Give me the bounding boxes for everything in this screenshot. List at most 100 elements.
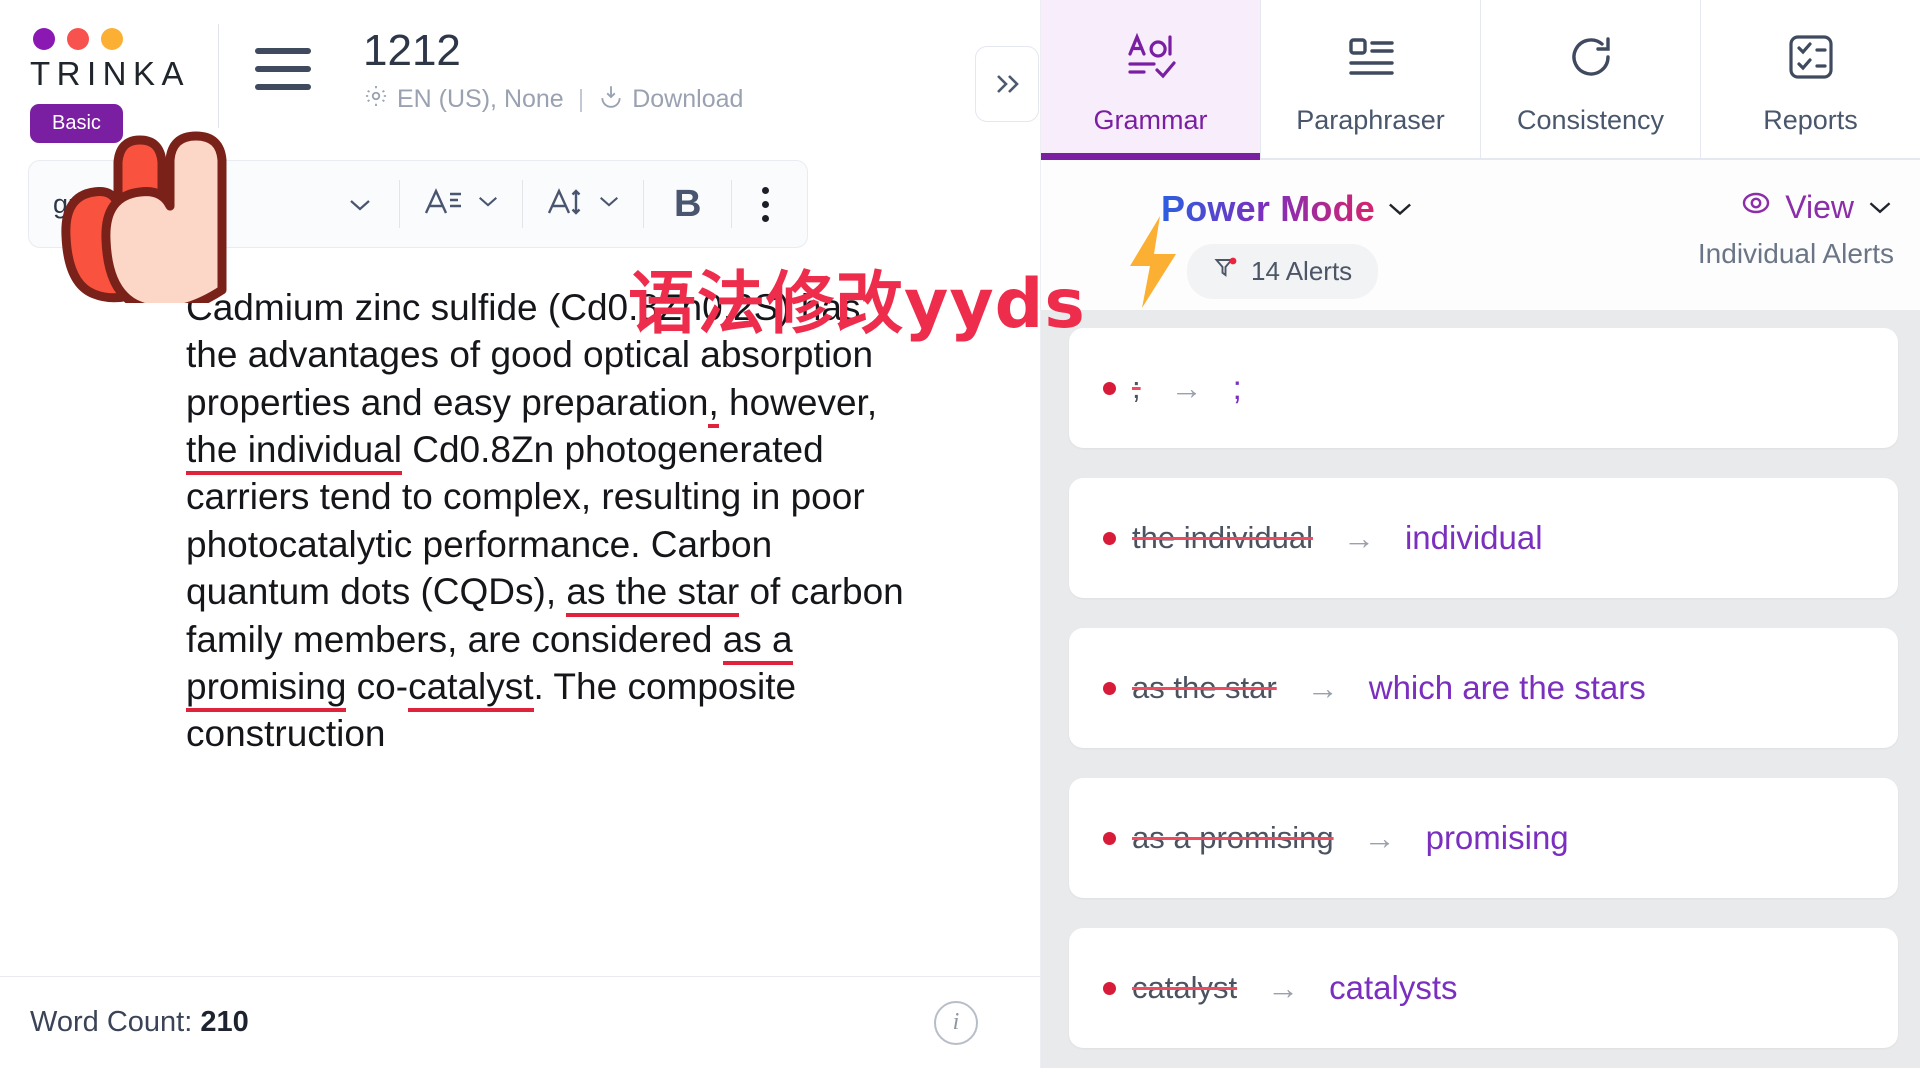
tab-label: Paraphraser [1296, 105, 1445, 135]
kebab-dot [762, 200, 770, 208]
tab-paraphraser[interactable]: Paraphraser [1261, 0, 1481, 158]
hamburger-line [255, 66, 311, 72]
document-footer: Word Count: 210 i [0, 976, 1040, 1068]
suggestion-original-text: as a promising [1132, 820, 1334, 855]
document-text-span: however, [718, 381, 878, 423]
chevron-down-icon [347, 191, 373, 217]
tab-label: Reports [1763, 105, 1858, 135]
double-chevron-right-icon[interactable] [975, 46, 1039, 122]
font-size-button[interactable] [523, 160, 643, 248]
suggestion-bullet-icon [1103, 831, 1116, 845]
word-count-value: 210 [200, 1006, 249, 1038]
alerts-count-label: 14 Alerts [1251, 256, 1353, 286]
arrow-icon: → [1267, 969, 1300, 1006]
logo-dots [33, 28, 218, 50]
power-mode-selector[interactable]: Power Mode [1161, 188, 1415, 230]
lightning-bolt-icon [1116, 214, 1188, 315]
tab-label: Grammar [1093, 105, 1208, 135]
font-family-button[interactable] [400, 160, 522, 248]
kebab-dot [762, 214, 770, 222]
suggestion-card[interactable]: the individual → individual [1069, 478, 1898, 598]
download-label[interactable]: Download [632, 85, 743, 114]
document-title: 1212 [363, 26, 461, 75]
grammar-error-span: , [708, 381, 719, 428]
view-dropdown[interactable]: View [1698, 188, 1894, 226]
suggestion-bullet-icon [1103, 531, 1116, 545]
hand-cursor-icon [48, 128, 278, 315]
view-mode-sub-label: Individual Alerts [1697, 238, 1894, 269]
refresh-circle-icon [1563, 30, 1619, 89]
suggestion-original-text: catalyst [1132, 970, 1238, 1005]
subline-separator: | [577, 85, 585, 114]
suggestion-bullet-icon [1103, 981, 1116, 995]
filter-alert-icon [1213, 255, 1239, 288]
suggestion-bullet-icon [1103, 381, 1116, 395]
logo-dot-orange [101, 28, 123, 50]
trinka-editor-app: TRINKA Basic 1212 EN (US), None | Downlo… [0, 0, 1920, 1068]
suggestion-replacement-text[interactable]: promising [1426, 819, 1569, 857]
suggestion-original-text: ; [1132, 370, 1141, 405]
power-mode-label: Power Mode [1161, 188, 1376, 229]
logo-dot-red [67, 28, 89, 50]
suggestion-card[interactable]: catalyst → catalysts [1069, 928, 1898, 1048]
grammar-check-icon [1123, 30, 1179, 89]
view-controls: View Individual Alerts [1698, 188, 1894, 270]
grammar-error-span: the individual [186, 429, 402, 476]
hamburger-line [255, 84, 311, 90]
checklist-icon [1783, 30, 1839, 89]
brand-name: TRINKA [30, 55, 191, 92]
grammar-error-span: as the star [566, 571, 740, 618]
download-icon[interactable] [598, 83, 624, 116]
document-text-span: co- [346, 665, 409, 707]
brand-block: TRINKA Basic [0, 0, 218, 143]
bold-button[interactable]: B [644, 183, 731, 226]
panel-tabs: Grammar Paraphraser Consistency Reports [1041, 0, 1920, 160]
suggestion-card[interactable]: ; →; [1069, 328, 1898, 448]
suggestion-replacement-text[interactable]: ; [1233, 369, 1242, 407]
hamburger-icon[interactable] [255, 48, 311, 102]
suggestion-replacement-text[interactable]: catalysts [1329, 969, 1457, 1007]
arrow-icon: → [1306, 669, 1339, 706]
suggestion-original-text: the individual [1132, 520, 1313, 555]
document-text[interactable]: Cadmium zinc sulfide (Cd0.8Zn0.2S) has t… [186, 284, 906, 758]
logo-dot-purple [33, 28, 55, 50]
suggestion-original-text: as the star [1132, 670, 1277, 705]
mode-left: Power Mode 14 Alerts [1161, 188, 1415, 299]
arrow-icon: → [1342, 519, 1375, 556]
tab-grammar[interactable]: Grammar [1041, 0, 1261, 160]
chevron-down-icon [1385, 196, 1415, 222]
chevron-down-icon [1866, 194, 1894, 220]
document-area[interactable]: Cadmium zinc sulfide (Cd0.8Zn0.2S) has t… [0, 248, 1040, 976]
kebab-dot [762, 186, 770, 194]
arrow-icon: → [1363, 819, 1396, 856]
font-family-icon [422, 183, 464, 226]
right-panel: Grammar Paraphraser Consistency Reports … [975, 0, 1920, 1068]
suggestion-replacement-text[interactable]: individual [1405, 519, 1543, 557]
grammar-error-span: catalyst [408, 665, 534, 712]
document-subline: EN (US), None | Download [363, 83, 743, 116]
tab-label: Consistency [1516, 105, 1665, 135]
tab-reports[interactable]: Reports [1701, 0, 1920, 158]
chevron-down-icon [597, 194, 621, 214]
tab-consistency[interactable]: Consistency [1481, 0, 1701, 158]
suggestion-replacement-text[interactable]: which are the stars [1369, 669, 1646, 707]
info-icon[interactable]: i [934, 1000, 978, 1045]
hamburger-line [255, 48, 311, 54]
topbar-divider [218, 24, 219, 128]
font-size-icon [545, 183, 585, 226]
arrow-icon: → [1170, 369, 1203, 406]
word-count-label: Word Count: [30, 1006, 193, 1038]
document-meta: 1212 EN (US), None | Download [363, 26, 743, 116]
suggestion-list[interactable]: ; →; the individual → individual as the star →… [1041, 310, 1920, 1068]
suggestion-bullet-icon [1103, 681, 1116, 695]
word-count: Word Count: 210 [30, 1006, 249, 1039]
suggestion-card[interactable]: as the star → which are the stars [1069, 628, 1898, 748]
language-label[interactable]: EN (US), None [397, 85, 564, 114]
chevron-down-icon [476, 194, 500, 214]
kebab-menu-icon[interactable] [732, 186, 799, 222]
suggestion-card[interactable]: as a promising → promising [1069, 778, 1898, 898]
paraphrase-lines-icon [1343, 30, 1399, 89]
gear-icon[interactable] [363, 83, 389, 116]
eye-icon [1739, 188, 1773, 226]
alerts-filter-pill[interactable]: 14 Alerts [1187, 244, 1379, 299]
